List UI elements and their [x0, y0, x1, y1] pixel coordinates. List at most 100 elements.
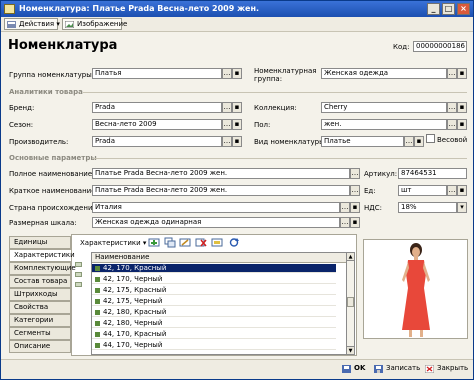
maker-field[interactable]: Prada	[92, 136, 222, 147]
tab-composition[interactable]: Состав товара	[9, 275, 71, 288]
collection-open-button[interactable]: ▪	[457, 102, 467, 113]
tab-components[interactable]: Комплектующие	[9, 262, 76, 275]
sex-field[interactable]: жен.	[321, 119, 447, 130]
image-button[interactable]: Изображение	[62, 18, 127, 30]
row-label: 44, 170, Красный	[103, 330, 167, 338]
table-row[interactable]: 42, 170, Красный	[92, 264, 336, 273]
actions-menu-button[interactable]: Действия ▾	[4, 18, 60, 30]
article-field[interactable]: 87464531	[398, 168, 467, 179]
group-open-button[interactable]: ▪	[232, 68, 242, 79]
grid-column-header[interactable]: Наименование	[92, 253, 346, 263]
country-open-button[interactable]: ▪	[350, 202, 360, 213]
group-select-button[interactable]: …	[222, 68, 232, 79]
tab-properties[interactable]: Свойства	[9, 301, 71, 314]
full-name-edit-button[interactable]: …	[350, 168, 360, 179]
scale-select-button[interactable]: …	[340, 217, 350, 228]
tab-description[interactable]: Описание	[9, 340, 71, 353]
collection-label: Коллекция:	[254, 104, 297, 112]
short-name-field[interactable]: Платье Prada Весна-лето 2009 жен.	[92, 185, 350, 196]
row-label: 42, 180, Красный	[103, 308, 167, 316]
table-row[interactable]: 42, 175, Черный	[92, 297, 336, 306]
analytics-section-label: Аналитики товара	[9, 88, 83, 96]
brand-open-button[interactable]: ▪	[232, 102, 242, 113]
code-field[interactable]: 00000000186	[413, 41, 467, 52]
full-name-field[interactable]: Платье Prada Весна-лето 2009 жен.	[92, 168, 350, 179]
nom-group-select-button[interactable]: …	[447, 68, 457, 79]
sex-open-button[interactable]: ▪	[457, 119, 467, 130]
table-row[interactable]: 42, 180, Красный	[92, 308, 336, 317]
group-field[interactable]: Платья	[92, 68, 222, 79]
nom-group-field[interactable]: Женская одежда	[321, 68, 447, 79]
brand-field[interactable]: Prada	[92, 102, 222, 113]
row-icon	[95, 309, 100, 315]
maker-select-button[interactable]: …	[222, 136, 232, 147]
sex-select-button[interactable]: …	[447, 119, 457, 130]
unit-open-button[interactable]: ▪	[457, 185, 467, 196]
scroll-thumb[interactable]	[347, 297, 354, 307]
row-marker	[75, 262, 82, 267]
vat-dropdown-button[interactable]: ▾	[457, 202, 467, 213]
params-section-label: Основные параметры	[9, 154, 97, 162]
save-button[interactable]: Записать	[373, 363, 420, 376]
table-row[interactable]: 42, 180, Черный	[92, 319, 336, 328]
product-image[interactable]	[363, 239, 468, 339]
table-row[interactable]: 42, 170, Черный	[92, 275, 336, 284]
season-field[interactable]: Весна-лето 2009	[92, 119, 222, 130]
unit-field[interactable]: шт	[398, 185, 447, 196]
scroll-down-icon[interactable]: ▼	[347, 346, 354, 354]
tab-units[interactable]: Единицы	[9, 236, 71, 249]
edit-row-icon[interactable]	[179, 237, 191, 248]
collection-field[interactable]: Cherry	[321, 102, 447, 113]
copy-row-icon[interactable]	[164, 237, 176, 248]
scale-open-button[interactable]: ▪	[350, 217, 360, 228]
kind-open-button[interactable]: ▪	[414, 136, 424, 147]
tab-barcodes[interactable]: Штрихкоды	[9, 288, 71, 301]
sex-label: Пол:	[254, 121, 271, 129]
close-button[interactable]: Закрыть	[424, 363, 468, 376]
maker-open-button[interactable]: ▪	[232, 136, 242, 147]
country-field[interactable]: Италия	[92, 202, 340, 213]
table-row[interactable]: 44, 170, Красный	[92, 330, 336, 339]
actions-icon	[7, 21, 16, 28]
row-icon	[95, 320, 100, 326]
collection-select-button[interactable]: …	[447, 102, 457, 113]
characteristics-menu-button[interactable]: Характеристики ▾	[80, 239, 146, 247]
tab-categories[interactable]: Категории	[9, 314, 71, 327]
add-row-icon[interactable]	[148, 237, 160, 248]
tab-segments[interactable]: Сегменты	[9, 327, 71, 340]
kind-field[interactable]: Платье	[321, 136, 404, 147]
kind-select-button[interactable]: …	[404, 136, 414, 147]
table-row[interactable]: 44, 170, Черный	[92, 341, 336, 350]
close-icon	[425, 365, 434, 373]
weight-checkbox[interactable]	[426, 134, 435, 143]
season-open-button[interactable]: ▪	[232, 119, 242, 130]
save-icon	[374, 365, 383, 373]
country-select-button[interactable]: …	[340, 202, 350, 213]
footer-bar: OK Записать Закрыть	[1, 359, 473, 379]
table-row[interactable]: 42, 175, Красный	[92, 286, 336, 295]
grid-scrollbar[interactable]: ▲ ▼	[346, 252, 355, 355]
ok-button[interactable]: OK	[341, 363, 365, 376]
unit-select-button[interactable]: …	[447, 185, 457, 196]
tab-characteristics[interactable]: Характеристики	[9, 249, 75, 262]
nom-group-label: Номенклатурная группа:	[254, 67, 317, 83]
row-label: 44, 170, Черный	[103, 341, 163, 349]
characteristics-menu-label: Характеристики	[80, 239, 141, 247]
nom-group-open-button[interactable]: ▪	[457, 68, 467, 79]
row-markers	[71, 262, 90, 354]
full-name-label: Полное наименование:	[9, 170, 95, 178]
refresh-icon[interactable]	[228, 237, 240, 248]
scale-field[interactable]: Женская одежда одинарная	[92, 217, 340, 228]
minimize-button[interactable]: _	[427, 3, 440, 15]
title-bar[interactable]: Номенклатура: Платье Prada Весна-лето 20…	[1, 1, 473, 17]
season-select-button[interactable]: …	[222, 119, 232, 130]
maximize-button[interactable]: □	[442, 3, 455, 15]
short-name-edit-button[interactable]: …	[350, 185, 360, 196]
mark-row-icon[interactable]	[211, 237, 223, 248]
scroll-up-icon[interactable]: ▲	[347, 253, 354, 261]
delete-row-icon[interactable]	[195, 237, 207, 248]
vat-field[interactable]: 18%	[398, 202, 457, 213]
weight-label: Весовой	[437, 136, 468, 144]
close-window-button[interactable]: ×	[457, 3, 470, 15]
brand-select-button[interactable]: …	[222, 102, 232, 113]
